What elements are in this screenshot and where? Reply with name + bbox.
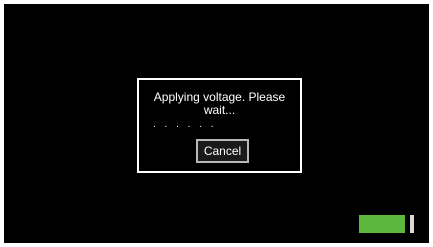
cancel-button[interactable]: Cancel [196,139,249,163]
battery-level-fill [359,215,405,233]
device-screen: Applying voltage. Please wait... . . . .… [4,4,429,243]
progress-dialog: Applying voltage. Please wait... . . . .… [137,78,302,173]
progress-indicator: . . . . . . [153,119,217,130]
battery-indicator [359,215,414,233]
battery-cap [410,215,414,233]
dialog-message: Applying voltage. Please wait... [153,90,286,117]
